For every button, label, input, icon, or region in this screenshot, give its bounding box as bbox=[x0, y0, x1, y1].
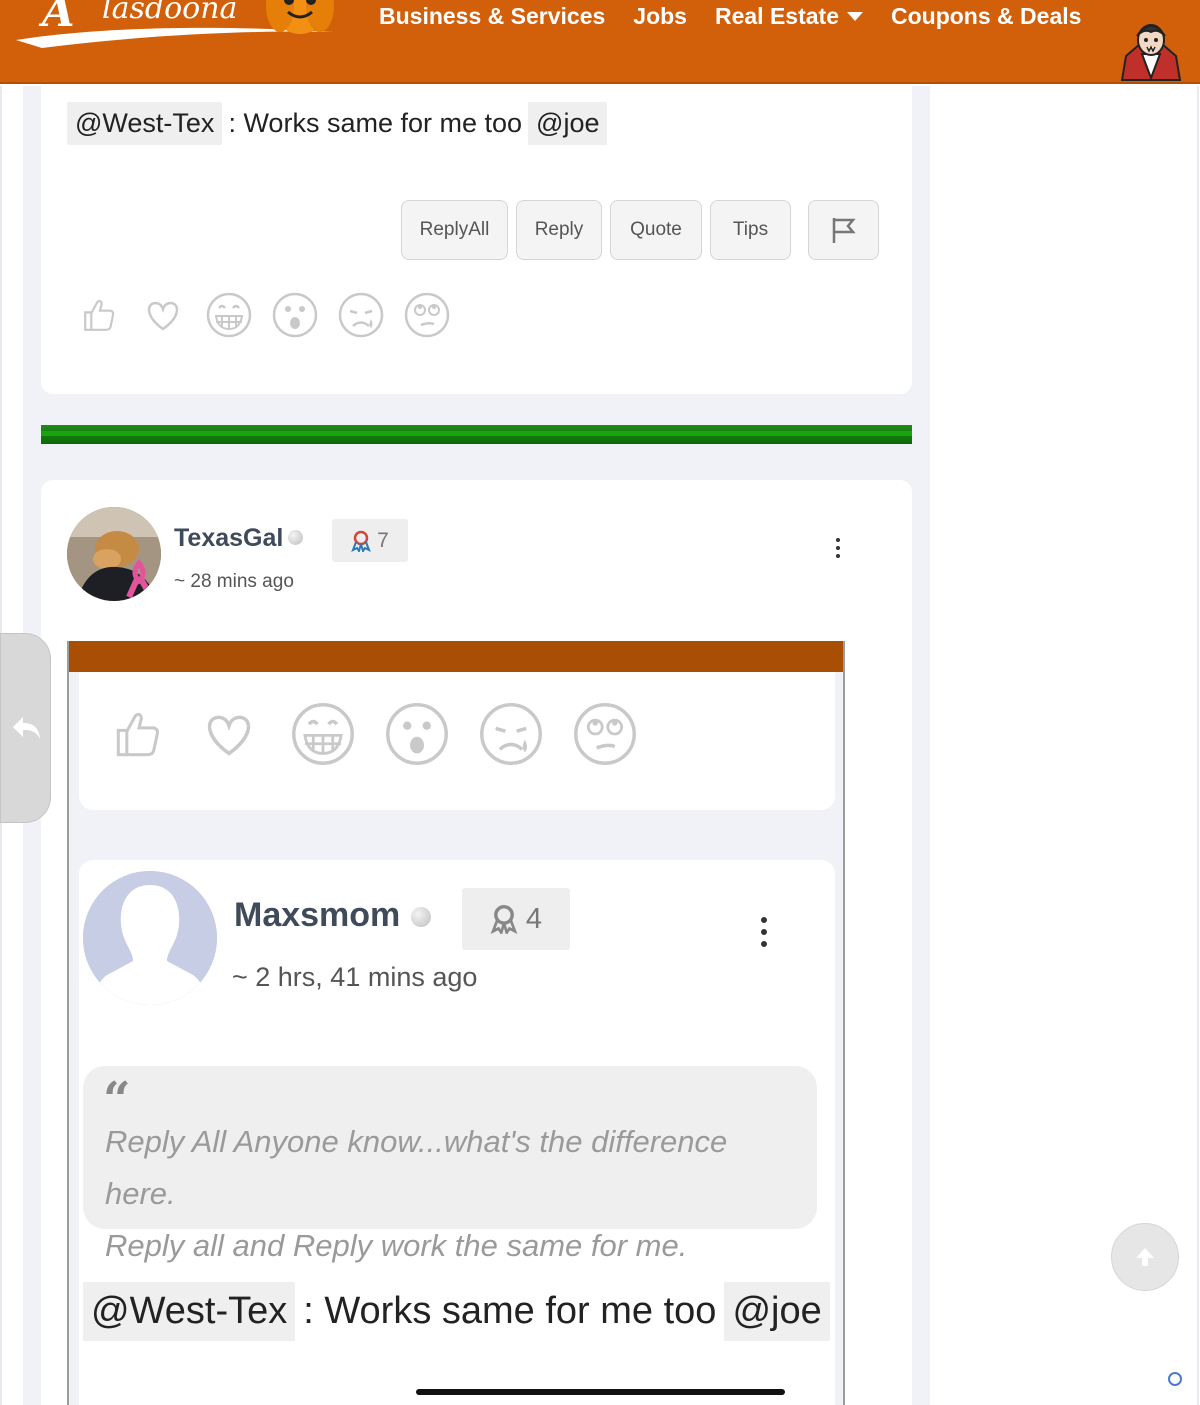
message-text: : Works same for me too bbox=[303, 1290, 717, 1332]
author-name: Maxsmom bbox=[234, 896, 401, 934]
avatar[interactable] bbox=[67, 507, 161, 601]
post-message: @West-Tex : Works same for me too @joe bbox=[67, 102, 608, 145]
report-button[interactable] bbox=[808, 200, 879, 260]
award-icon bbox=[351, 530, 371, 552]
more-vertical-icon[interactable] bbox=[836, 538, 840, 558]
assistive-touch-icon[interactable] bbox=[1168, 1372, 1182, 1386]
vampire-avatar-icon[interactable] bbox=[1118, 14, 1184, 82]
like-icon[interactable] bbox=[80, 292, 120, 338]
attached-screenshot[interactable]: Maxsmom 4 ~ 2 hrs, 41 mins ago “ Reply A… bbox=[67, 641, 845, 1405]
mention-tag[interactable]: @joe bbox=[528, 102, 608, 145]
quoted-post: “ Reply All Anyone know...what's the dif… bbox=[83, 1066, 817, 1263]
avatar bbox=[83, 871, 217, 1005]
arrow-up-icon bbox=[1136, 1248, 1154, 1266]
svg-text:A: A bbox=[38, 0, 75, 36]
reputation-badge[interactable]: 7 bbox=[332, 519, 408, 562]
sad-icon bbox=[480, 703, 542, 765]
grin-icon bbox=[292, 703, 354, 765]
eyeroll-icon[interactable] bbox=[404, 292, 450, 338]
flag-icon bbox=[832, 218, 856, 243]
mention-tag[interactable]: @West-Tex bbox=[67, 102, 223, 145]
quote-button[interactable]: Quote bbox=[610, 200, 702, 260]
offline-status-icon bbox=[411, 907, 431, 927]
right-divider bbox=[1197, 86, 1199, 1405]
post-timestamp: ~ 2 hrs, 41 mins ago bbox=[232, 962, 478, 992]
nav-label: Jobs bbox=[633, 3, 687, 29]
post-timestamp: ~ 28 mins ago bbox=[174, 571, 294, 592]
author-name[interactable]: TexasGal bbox=[174, 524, 283, 553]
side-back-tab[interactable] bbox=[0, 633, 51, 823]
screenshot-post-card bbox=[79, 672, 835, 810]
wow-icon[interactable] bbox=[272, 292, 318, 338]
badge-count: 7 bbox=[377, 528, 389, 552]
back-arrow-icon bbox=[12, 717, 40, 739]
nav-label: Real Estate bbox=[714, 3, 839, 29]
badge-count: 4 bbox=[525, 902, 543, 935]
reply-all-button[interactable]: ReplyAll bbox=[401, 200, 508, 260]
mention-tag: @West-Tex bbox=[83, 1282, 296, 1341]
scroll-to-top-button[interactable] bbox=[1111, 1223, 1179, 1291]
screenshot-header-bar bbox=[69, 641, 843, 672]
grin-icon[interactable] bbox=[206, 292, 252, 338]
site-logo[interactable]: A lasdoona bbox=[12, 0, 342, 52]
home-indicator bbox=[416, 1389, 785, 1395]
more-vertical-icon bbox=[761, 917, 767, 947]
nav-real-estate[interactable]: Real Estate bbox=[715, 3, 863, 30]
nav-business-services[interactable]: Business & Services bbox=[379, 3, 605, 30]
nav-coupons-deals[interactable]: Coupons & Deals bbox=[891, 3, 1081, 30]
eyeroll-icon bbox=[574, 703, 636, 765]
quote-line: Reply All Anyone know...what's the diffe… bbox=[105, 1124, 728, 1211]
post-message: @West-Tex : Works same for me too @joe bbox=[83, 1282, 830, 1341]
nav-jobs[interactable]: Jobs bbox=[633, 3, 687, 30]
wow-icon bbox=[386, 703, 448, 765]
quote-line: Reply all and Reply work the same for me… bbox=[105, 1228, 688, 1263]
chevron-down-icon bbox=[847, 12, 863, 21]
top-navigation-bar: A lasdoona Business & Services Jobs Real… bbox=[0, 0, 1200, 84]
heart-icon bbox=[207, 715, 251, 756]
message-text: : Works same for me too bbox=[228, 108, 523, 138]
tips-button[interactable]: Tips bbox=[710, 200, 791, 260]
sad-icon[interactable] bbox=[338, 292, 384, 338]
reply-button[interactable]: Reply bbox=[516, 200, 602, 260]
nav-label: Coupons & Deals bbox=[891, 3, 1082, 29]
reaction-bar bbox=[80, 292, 450, 338]
post-divider bbox=[41, 425, 912, 444]
quote-text: Reply All Anyone know...what's the diffe… bbox=[105, 1116, 805, 1272]
svg-text:lasdoona: lasdoona bbox=[102, 0, 237, 26]
award-icon bbox=[490, 905, 518, 934]
nav-label: Business & Services bbox=[379, 3, 606, 29]
reaction-bar bbox=[111, 702, 637, 766]
main-nav: Business & Services Jobs Real Estate Cou… bbox=[379, 3, 1081, 30]
reputation-badge: 4 bbox=[462, 888, 570, 950]
mention-tag: @joe bbox=[724, 1282, 830, 1341]
offline-status-icon bbox=[288, 530, 303, 545]
like-icon bbox=[116, 712, 160, 757]
post-actions: ReplyAll Reply Quote Tips bbox=[401, 200, 791, 260]
heart-icon[interactable] bbox=[140, 292, 186, 338]
